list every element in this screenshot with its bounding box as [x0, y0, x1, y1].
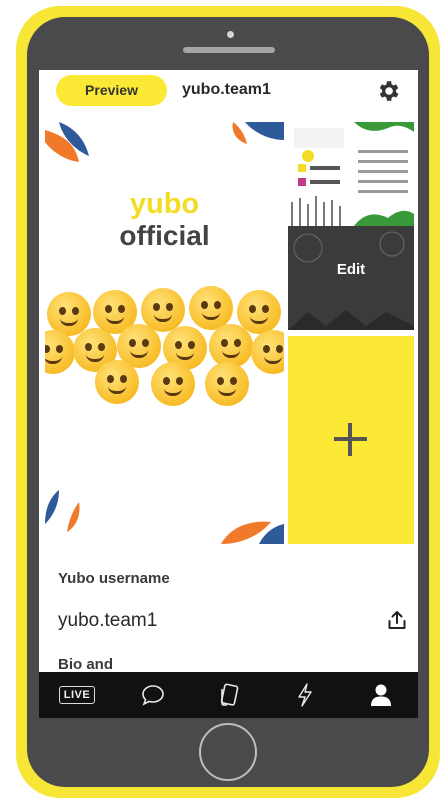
- edit-photo-label[interactable]: Edit: [288, 261, 414, 278]
- speaker-grille: [183, 47, 275, 53]
- username-section-label: Yubo username: [58, 570, 170, 587]
- profile-icon: [370, 684, 391, 706]
- brand-text-official: official: [119, 220, 210, 251]
- home-button[interactable]: [199, 723, 257, 781]
- front-camera: [227, 31, 234, 38]
- bolt-icon: [298, 683, 312, 707]
- tab-swipe[interactable]: [191, 672, 267, 718]
- tab-boost[interactable]: [267, 672, 343, 718]
- plus-icon-stroke: [348, 423, 352, 456]
- chat-icon: [142, 685, 164, 706]
- brand-text-yubo: yubo: [129, 188, 200, 220]
- emoji-kiss: [95, 360, 139, 404]
- cards-icon: [220, 683, 239, 706]
- live-icon: LIVE: [58, 686, 96, 704]
- bio-section-label: Bio and: [58, 656, 113, 670]
- photo-thumbnail[interactable]: Edit: [288, 122, 414, 330]
- emoji-hug: [205, 362, 249, 406]
- tab-profile[interactable]: [343, 672, 418, 718]
- thumbnail-graphic: [288, 122, 414, 226]
- add-photo-tile[interactable]: [288, 336, 414, 544]
- header-username: yubo.team1: [182, 81, 271, 98]
- main-profile-photo[interactable]: yubo official: [45, 122, 284, 544]
- profile-edit-screen: Preview yubo.team1 yubo official Edit Yu…: [39, 70, 418, 718]
- thumbnail-image: [288, 122, 414, 226]
- tab-chat[interactable]: [115, 672, 191, 718]
- preview-button[interactable]: Preview: [56, 75, 167, 106]
- thumbnail-overlay: [288, 226, 414, 330]
- bottom-tab-bar: LIVE: [39, 672, 418, 718]
- gear-icon[interactable]: [375, 78, 401, 104]
- emoji-nerd: [151, 362, 195, 406]
- thumbnail-dark-graphic: [288, 231, 414, 330]
- tab-live[interactable]: LIVE: [39, 672, 115, 718]
- username-field[interactable]: yubo.team1: [58, 610, 157, 632]
- share-icon[interactable]: [387, 610, 407, 630]
